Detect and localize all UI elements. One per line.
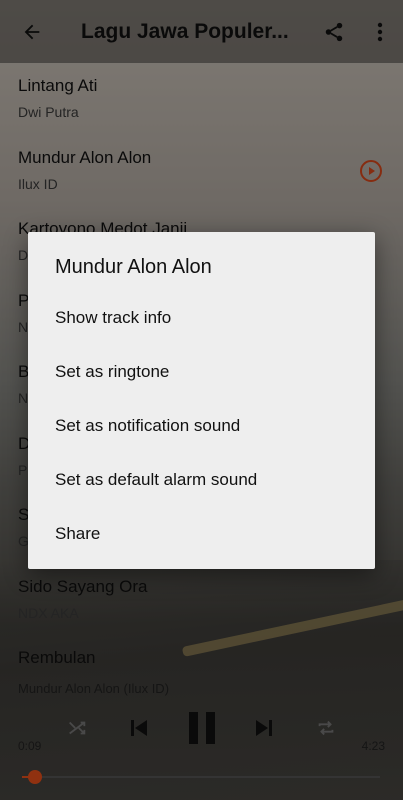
show-track-info-option[interactable]: Show track info	[28, 291, 375, 345]
dialog-title: Mundur Alon Alon	[55, 256, 212, 278]
track-options-dialog: Mundur Alon Alon Show track info Set as …	[28, 232, 375, 569]
set-ringtone-option[interactable]: Set as ringtone	[28, 345, 375, 399]
share-option[interactable]: Share	[28, 507, 375, 561]
set-notification-sound-option[interactable]: Set as notification sound	[28, 399, 375, 453]
set-alarm-sound-option[interactable]: Set as default alarm sound	[28, 453, 375, 507]
